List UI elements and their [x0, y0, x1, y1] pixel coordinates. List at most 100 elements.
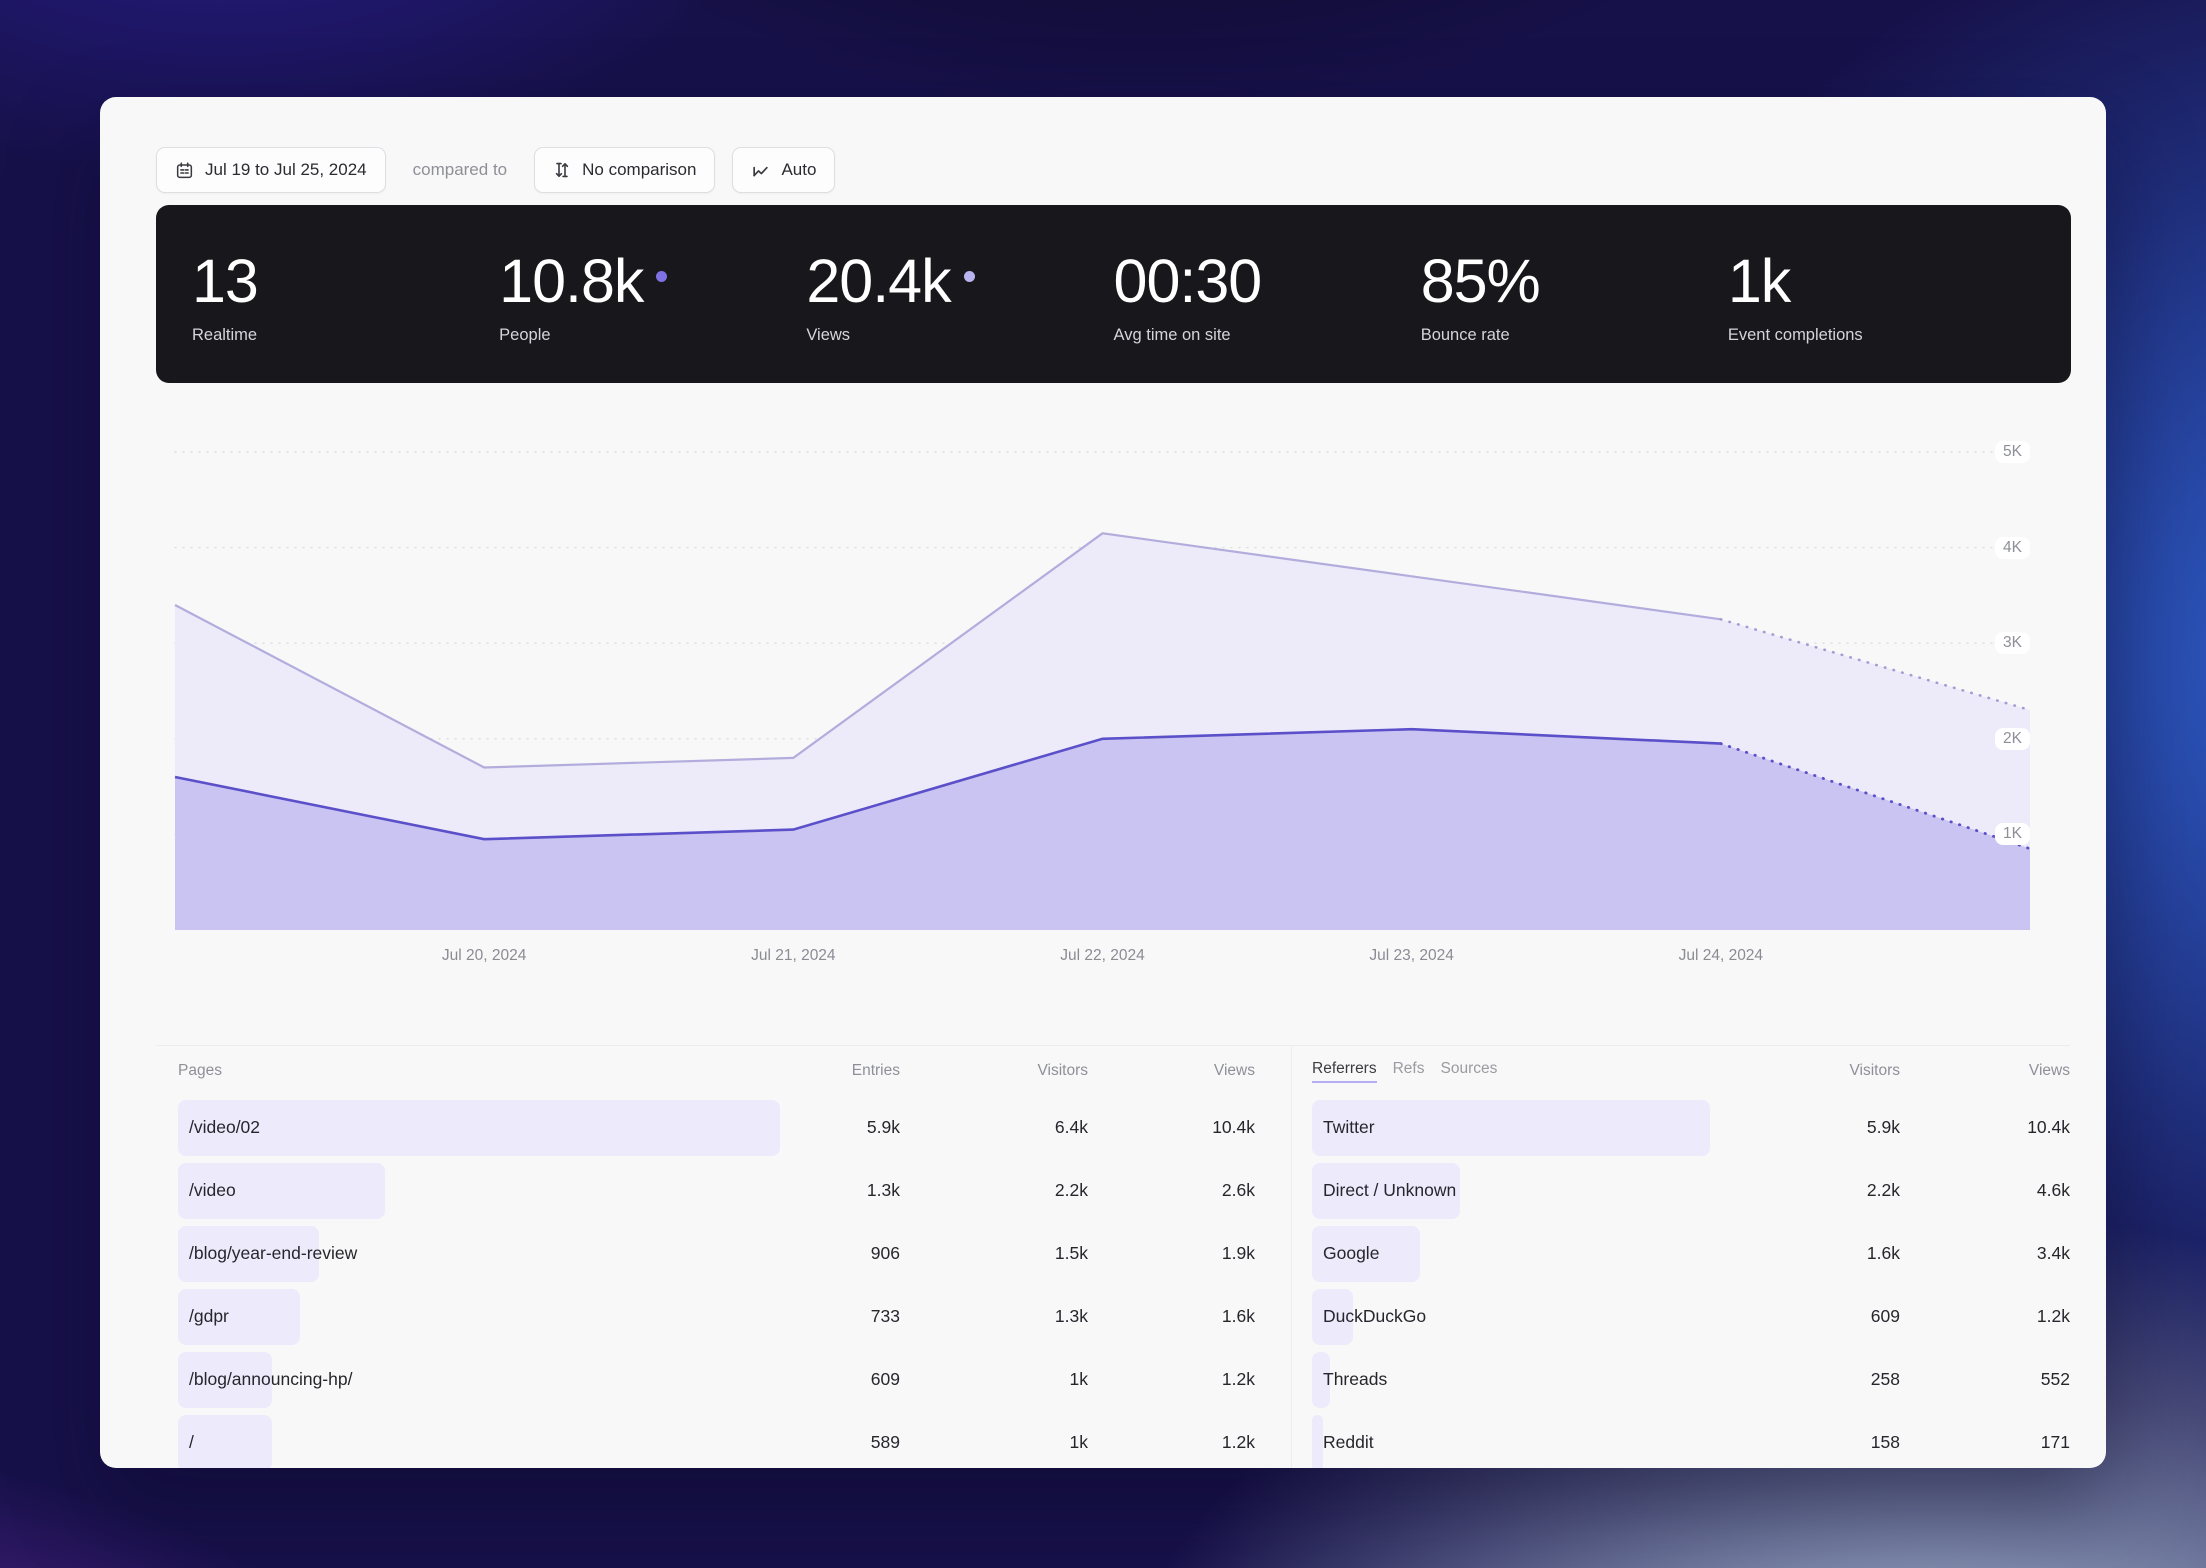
row-views: 1.6k	[1088, 1306, 1255, 1327]
table-row[interactable]: /5891k1.2k	[178, 1411, 1255, 1468]
interval-label: Auto	[781, 160, 816, 180]
row-label: /	[178, 1432, 194, 1453]
stat-value: 1k	[1728, 249, 1790, 313]
table-row[interactable]: /video1.3k2.2k2.6k	[178, 1159, 1255, 1222]
row-label: /gdpr	[178, 1306, 229, 1327]
tab-refs[interactable]: Refs	[1393, 1060, 1425, 1078]
date-range-label: Jul 19 to Jul 25, 2024	[205, 160, 367, 180]
row-label-cell: /blog/announcing-hp/	[178, 1348, 780, 1411]
page-background: Jul 19 to Jul 25, 2024 compared to No co…	[0, 0, 2206, 1568]
row-visitors: 2.2k	[1710, 1180, 1900, 1201]
row-views: 171	[1900, 1432, 2070, 1453]
interval-button[interactable]: Auto	[732, 147, 835, 193]
stat-label: People	[499, 326, 806, 345]
row-views: 4.6k	[1900, 1180, 2070, 1201]
views-series-dot	[964, 271, 975, 282]
table-row[interactable]: /video/025.9k6.4k10.4k	[178, 1096, 1255, 1159]
row-visitors: 609	[1710, 1306, 1900, 1327]
stat-label: Event completions	[1728, 326, 2035, 345]
calendar-icon	[175, 161, 194, 180]
table-row[interactable]: Direct / Unknown 2.2k4.6k	[1312, 1159, 2070, 1222]
stat-bounce-rate[interactable]: 85% Bounce rate	[1421, 205, 1728, 383]
breakdown-tables: Pages Entries Visitors Views /video/02 5.…	[156, 1045, 2070, 1468]
row-label-cell: /gdpr	[178, 1285, 780, 1348]
table-row[interactable]: Reddit158171	[1312, 1411, 2070, 1468]
comparison-button[interactable]: No comparison	[534, 147, 715, 193]
column-header-views[interactable]: Views	[1900, 1062, 2070, 1080]
row-label: Direct / Unknown	[1312, 1180, 1456, 1201]
table-row[interactable]: Twitter5.9k10.4k	[1312, 1096, 2070, 1159]
people-series-dot	[656, 271, 667, 282]
tab-sources[interactable]: Sources	[1440, 1060, 1497, 1078]
row-label: DuckDuckGo	[1312, 1306, 1426, 1327]
referrers-table-header: Referrers Refs Sources Visitors Views	[1312, 1046, 2070, 1096]
row-visitors: 1.3k	[900, 1306, 1088, 1327]
row-label: Google	[1312, 1243, 1379, 1264]
stat-value: 13	[192, 249, 258, 313]
row-visitors: 1k	[900, 1432, 1088, 1453]
stat-label: Realtime	[192, 326, 499, 345]
column-header-visitors[interactable]: Visitors	[900, 1062, 1088, 1080]
stat-views[interactable]: 20.4k Views	[806, 205, 1113, 383]
row-label: Twitter	[1312, 1117, 1375, 1138]
pages-title: Pages	[178, 1062, 780, 1080]
x-axis-tick: Jul 22, 2024	[1060, 947, 1144, 965]
row-views: 2.6k	[1088, 1180, 1255, 1201]
stat-people[interactable]: 10.8k People	[499, 205, 806, 383]
table-row[interactable]: DuckDuckGo 6091.2k	[1312, 1285, 2070, 1348]
row-bar	[178, 1100, 780, 1156]
analytics-dashboard-card: Jul 19 to Jul 25, 2024 compared to No co…	[100, 97, 2106, 1468]
table-row[interactable]: /blog/year-end-review9061.5k1.9k	[178, 1222, 1255, 1285]
visitors-area-chart[interactable]: 5K4K3K2K1KJul 20, 2024Jul 21, 2024Jul 22…	[175, 452, 2030, 930]
row-label: /blog/announcing-hp/	[178, 1369, 352, 1390]
row-visitors: 5.9k	[1710, 1117, 1900, 1138]
stat-avg-time[interactable]: 00:30 Avg time on site	[1114, 205, 1421, 383]
row-label: Reddit	[1312, 1432, 1374, 1453]
row-label-cell: Direct / Unknown	[1312, 1159, 1710, 1222]
x-axis-tick: Jul 24, 2024	[1679, 947, 1763, 965]
stat-label: Avg time on site	[1114, 326, 1421, 345]
row-visitors: 1.6k	[1710, 1243, 1900, 1264]
row-label-cell: /blog/year-end-review	[178, 1222, 780, 1285]
x-axis-tick: Jul 21, 2024	[751, 947, 835, 965]
y-axis-tick: 2K	[1995, 728, 2030, 750]
stat-event-completions[interactable]: 1k Event completions	[1728, 205, 2035, 383]
row-entries: 609	[780, 1369, 900, 1390]
row-views: 1.2k	[1088, 1369, 1255, 1390]
column-header-entries[interactable]: Entries	[780, 1062, 900, 1080]
row-label-cell: /video/02	[178, 1096, 780, 1159]
y-axis-tick: 4K	[1995, 537, 2030, 559]
row-label: /blog/year-end-review	[178, 1243, 357, 1264]
column-header-visitors[interactable]: Visitors	[1710, 1062, 1900, 1080]
row-label: /video/02	[178, 1117, 260, 1138]
x-axis-tick: Jul 23, 2024	[1369, 947, 1453, 965]
x-axis-tick: Jul 20, 2024	[442, 947, 526, 965]
stats-bar: 13 Realtime 10.8k People 20.4k Views 00:…	[156, 205, 2071, 383]
table-row[interactable]: /blog/announcing-hp/6091k1.2k	[178, 1348, 1255, 1411]
pages-table-body: /video/025.9k6.4k10.4k/video1.3k2.2k2.6k…	[178, 1096, 1255, 1468]
stat-label: Bounce rate	[1421, 326, 1728, 345]
y-axis-tick: 3K	[1995, 632, 2030, 654]
tab-referrers[interactable]: Referrers	[1312, 1060, 1377, 1083]
table-row[interactable]: Google 1.6k3.4k	[1312, 1222, 2070, 1285]
row-entries: 733	[780, 1306, 900, 1327]
table-row[interactable]: /gdpr 7331.3k1.6k	[178, 1285, 1255, 1348]
y-axis-tick: 1K	[1995, 823, 2030, 845]
referrers-table-body: Twitter5.9k10.4kDirect / Unknown2.2k4.6k…	[1312, 1096, 2070, 1468]
column-header-views[interactable]: Views	[1088, 1062, 1255, 1080]
date-range-button[interactable]: Jul 19 to Jul 25, 2024	[156, 147, 386, 193]
compared-to-label: compared to	[413, 160, 508, 180]
stat-realtime[interactable]: 13 Realtime	[192, 205, 499, 383]
table-row[interactable]: Threads258552	[1312, 1348, 2070, 1411]
row-views: 1.2k	[1900, 1306, 2070, 1327]
row-views: 1.2k	[1088, 1432, 1255, 1453]
row-label-cell: /video	[178, 1159, 780, 1222]
row-views: 3.4k	[1900, 1243, 2070, 1264]
row-visitors: 6.4k	[900, 1117, 1088, 1138]
row-entries: 5.9k	[780, 1117, 900, 1138]
row-label-cell: Google	[1312, 1222, 1710, 1285]
row-visitors: 1.5k	[900, 1243, 1088, 1264]
y-axis-tick: 5K	[1995, 441, 2030, 463]
row-visitors: 2.2k	[900, 1180, 1088, 1201]
referrers-table: Referrers Refs Sources Visitors Views Tw…	[1292, 1046, 2070, 1468]
